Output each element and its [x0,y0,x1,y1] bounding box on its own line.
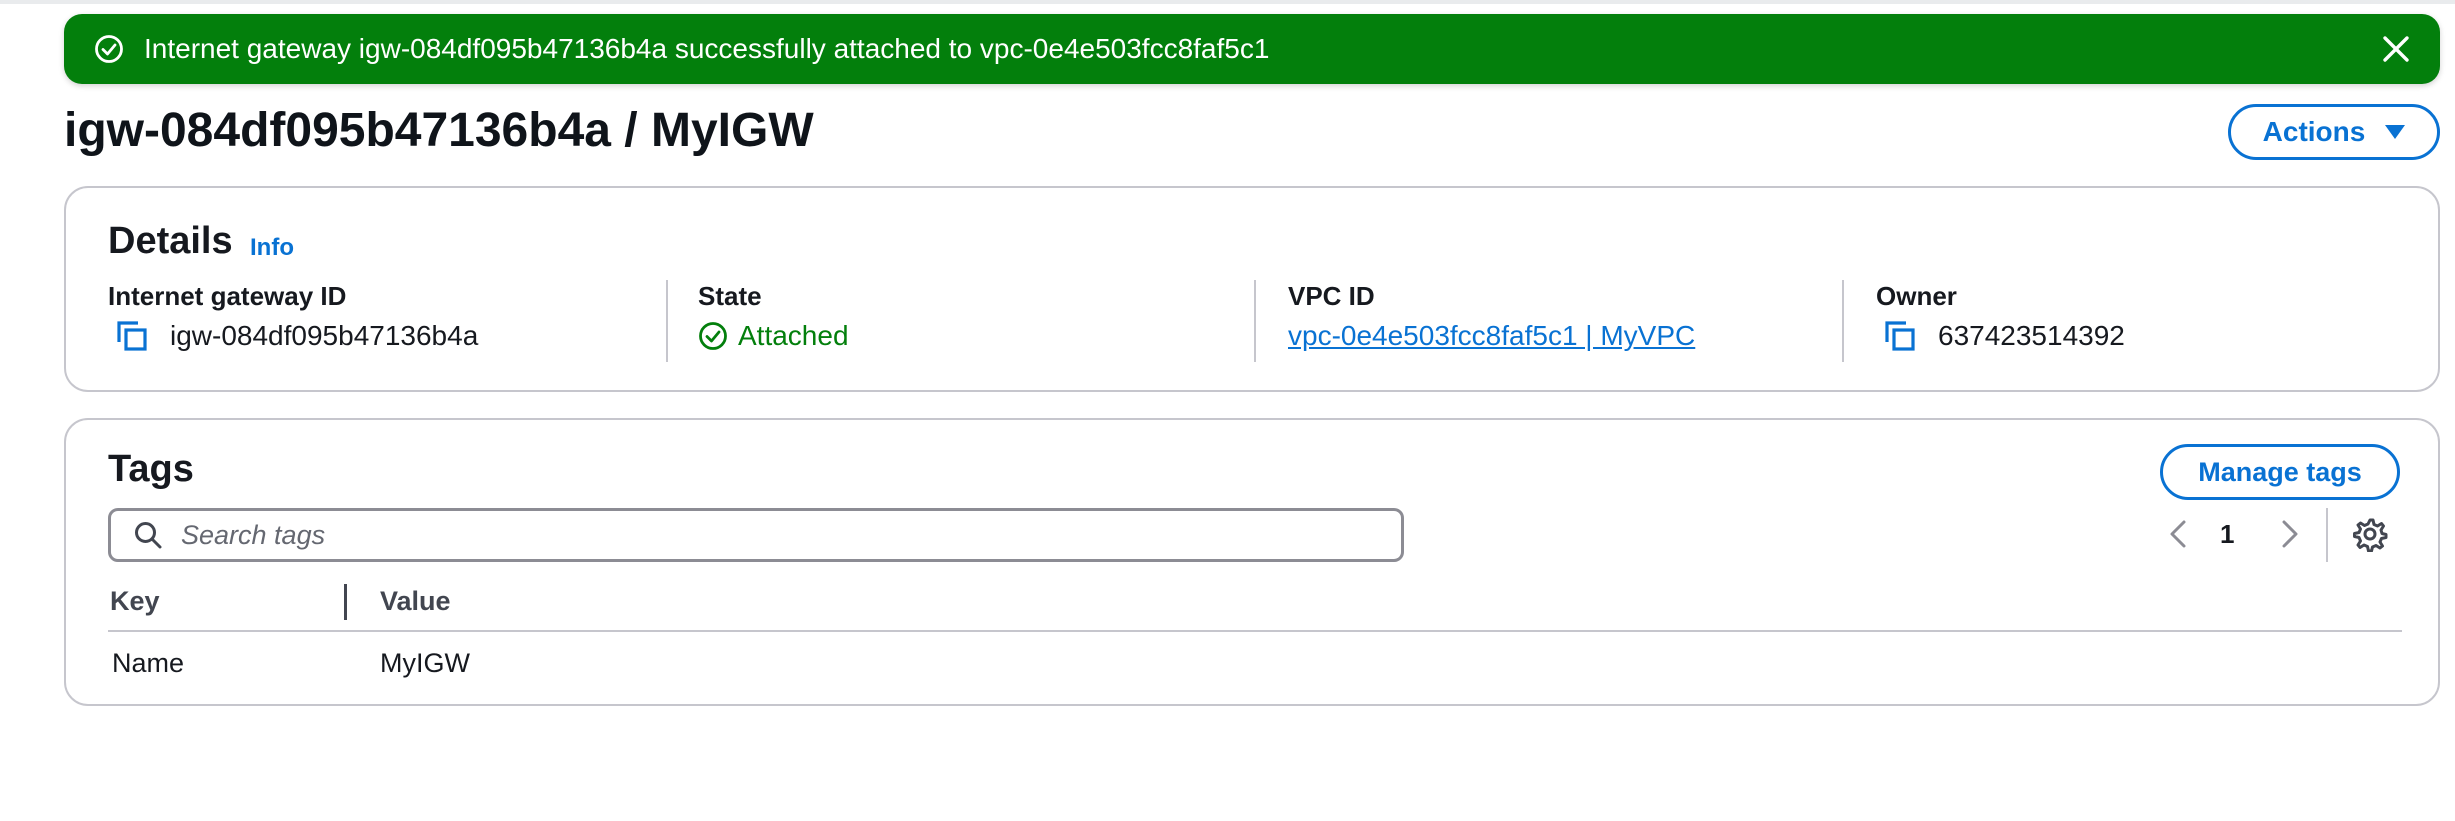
chevron-left-icon[interactable] [2162,516,2196,552]
tag-value-cell: MyIGW [380,648,470,678]
page-number[interactable]: 1 [2220,516,2234,552]
column-header-value[interactable]: Value [380,584,451,618]
pager-divider [2326,508,2328,562]
caret-down-icon [2385,125,2406,139]
top-border [0,0,2455,4]
copy-icon[interactable] [1882,318,1918,354]
gear-icon[interactable] [2352,516,2388,552]
vpc-id-label: VPC ID [1288,281,1375,311]
owner-label: Owner [1876,281,1957,311]
vpc-id-field: VPC ID vpc-0e4e503fcc8faf5c1 | MyVPC [1288,280,1808,370]
tags-search-box[interactable] [108,508,1404,562]
tag-key-cell: Name [112,648,185,678]
manage-tags-button[interactable]: Manage tags [2160,444,2400,500]
column-divider [1254,280,1256,362]
page-title: igw-084df095b47136b4a / MyIGW [64,104,814,157]
state-value: Attached [738,320,849,351]
actions-dropdown-button[interactable]: Actions [2228,104,2440,160]
igw-id-field: Internet gateway ID igw-084df095b47136b4… [108,280,628,370]
success-flash-banner: Internet gateway igw-084df095b47136b4a s… [64,14,2440,84]
table-header-divider [108,630,2402,632]
owner-value: 637423514392 [1938,320,2125,351]
tags-heading: Tags [108,448,194,490]
state-label: State [698,281,762,311]
search-input[interactable] [179,518,1383,552]
chevron-right-icon[interactable] [2272,516,2306,552]
igw-id-label: Internet gateway ID [108,281,347,311]
search-icon [135,522,162,549]
details-heading: Details [108,220,233,262]
tags-container: Tags Manage tags 1 Key Value Name MyIGW [64,418,2440,706]
info-link[interactable]: Info [250,234,294,262]
details-container: Details Info Internet gateway ID igw-084… [64,186,2440,392]
column-header-key[interactable]: Key [110,584,160,618]
close-icon[interactable] [2380,33,2412,65]
column-divider [666,280,668,362]
igw-id-value: igw-084df095b47136b4a [170,320,479,351]
state-field: State Attached [698,280,1218,370]
status-badge: Attached [698,318,849,354]
vpc-id-link[interactable]: vpc-0e4e503fcc8faf5c1 | MyVPC [1288,318,1695,354]
owner-field: Owner 637423514392 [1876,280,2396,370]
actions-label: Actions [2262,116,2366,147]
success-check-icon [95,35,123,63]
column-resizer[interactable] [344,584,347,620]
copy-icon[interactable] [114,318,150,354]
flash-message: Internet gateway igw-084df095b47136b4a s… [144,33,1270,64]
check-circle-icon [699,322,727,350]
column-divider [1842,280,1844,362]
manage-tags-label: Manage tags [2198,456,2362,487]
